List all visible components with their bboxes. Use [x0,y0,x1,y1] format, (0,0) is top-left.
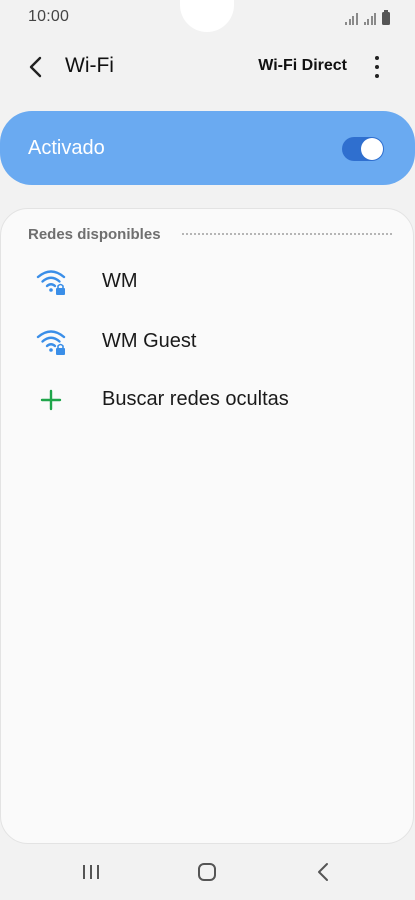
status-time: 10:00 [28,8,70,25]
networks-card: Redes disponibles WM WM Guest Buscar red… [0,208,414,844]
chevron-left-icon [29,56,42,78]
status-icons [345,9,390,25]
section-header: Redes disponibles [28,226,161,243]
add-hidden-network-label: Buscar redes ocultas [102,388,289,410]
plus-icon [40,389,62,411]
recents-icon [83,865,99,879]
page-title: Wi-Fi [65,54,114,77]
back-icon [318,863,328,881]
wifi-locked-icon [36,270,66,295]
wifi-locked-icon [36,330,66,355]
home-icon [198,863,216,881]
wifi-direct-button[interactable]: Wi-Fi Direct [258,57,347,75]
list-item-add-hidden-network[interactable]: Buscar redes ocultas [1,371,415,429]
phone-screen: 10:00 Wi-Fi Wi-Fi Direct Activado Redes … [0,0,415,900]
signal-icon [345,12,358,25]
recents-button[interactable] [76,858,106,886]
section-divider [182,233,392,235]
wifi-master-toggle-card[interactable]: Activado [0,111,415,185]
list-item-network-wm[interactable]: WM [1,253,415,311]
status-bar: 10:00 [0,0,415,34]
wifi-toggle-label: Activado [28,137,105,159]
network-name: WM [102,270,138,292]
more-vertical-icon [375,56,379,60]
network-name: WM Guest [102,330,197,352]
more-options-button[interactable] [365,54,389,80]
switch-knob [361,138,383,160]
camera-notch [180,0,234,32]
nav-back-button[interactable] [308,858,338,886]
app-header: Wi-Fi Wi-Fi Direct [0,40,415,92]
battery-icon [382,10,390,25]
back-button[interactable] [22,53,50,81]
home-button[interactable] [192,858,222,886]
wifi-switch[interactable] [342,137,384,161]
list-item-network-wm-guest[interactable]: WM Guest [1,313,415,371]
signal-icon [363,12,376,25]
navigation-bar [0,846,415,900]
